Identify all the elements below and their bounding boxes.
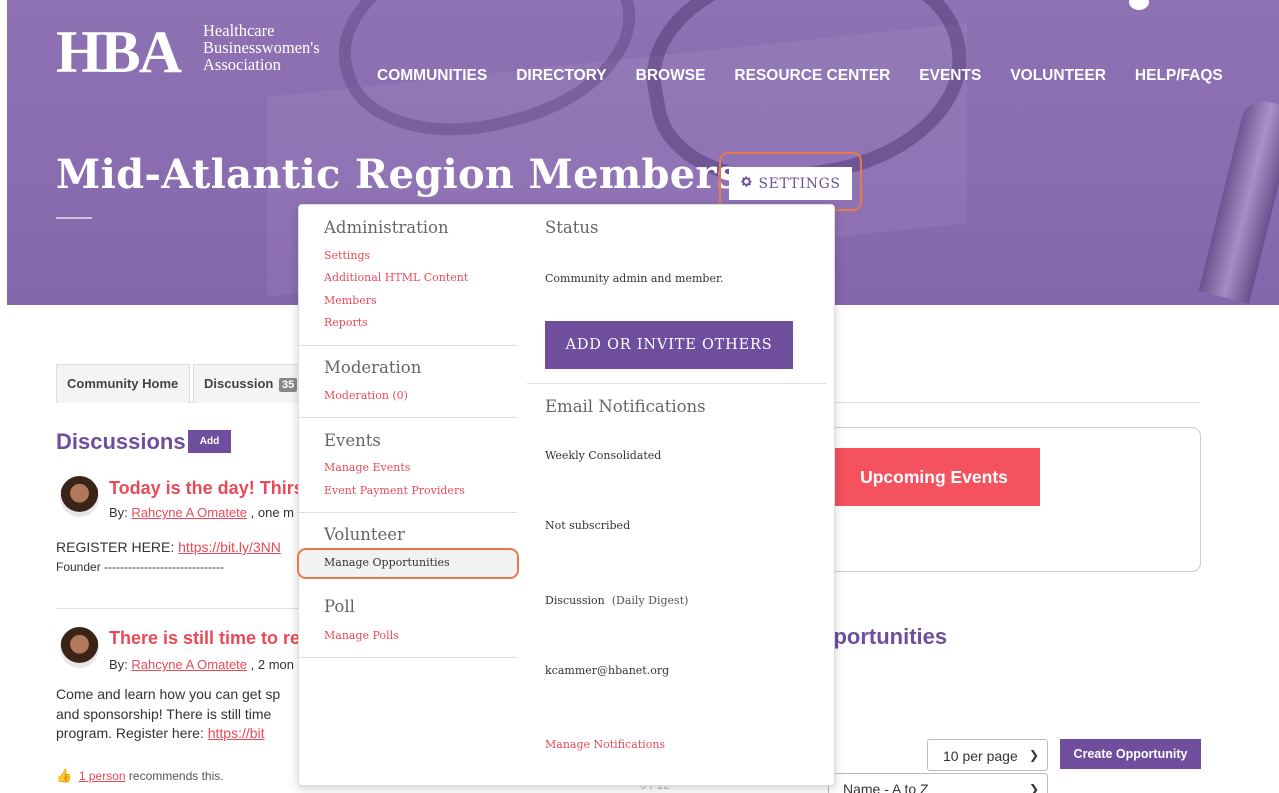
author-link[interactable]: Rahcyne A Omatete bbox=[131, 505, 247, 520]
menu-divider bbox=[299, 512, 517, 513]
post-title[interactable]: Today is the day! Thirs bbox=[109, 478, 304, 499]
post-body-line: program. Register here: https://bit bbox=[56, 724, 280, 744]
discussion-label: Discussion bbox=[545, 594, 605, 607]
menu-item-manage-events[interactable]: Manage Events bbox=[324, 461, 410, 474]
nav-directory[interactable]: DIRECTORY bbox=[516, 67, 606, 85]
add-or-invite-others-button[interactable]: ADD OR INVITE OTHERS bbox=[545, 321, 793, 369]
sort-select[interactable]: Name - A to Z ❯ bbox=[828, 773, 1048, 793]
post-body-line: REGISTER HERE: https://bit.ly/3NN bbox=[56, 538, 281, 558]
post-body: REGISTER HERE: https://bit.ly/3NN Founde… bbox=[56, 538, 281, 577]
post-byline: By: Rahcyne A Omatete , one m bbox=[109, 505, 294, 520]
nav-browse[interactable]: BROWSE bbox=[636, 67, 706, 85]
logo-word: Businesswomen's bbox=[203, 38, 320, 57]
tab-count-badge: 35 bbox=[278, 378, 298, 392]
post-body-line: Founder ------------------------------ bbox=[56, 559, 224, 574]
chevron-down-icon: ❯ bbox=[1028, 748, 1039, 762]
post-byline: By: Rahcyne A Omatete , 2 mon bbox=[109, 657, 294, 672]
menu-item-event-payment-providers[interactable]: Event Payment Providers bbox=[324, 484, 465, 497]
menu-item-settings[interactable]: Settings bbox=[324, 249, 370, 262]
byline-meta: , one m bbox=[247, 505, 294, 520]
moderation-heading: Moderation bbox=[324, 358, 422, 377]
author-link[interactable]: Rahcyne A Omatete bbox=[131, 657, 247, 672]
upcoming-events-button[interactable]: Upcoming Events bbox=[828, 448, 1040, 506]
create-opportunity-button[interactable]: Create Opportunity bbox=[1060, 739, 1201, 769]
events-heading: Events bbox=[324, 431, 381, 450]
post-text: program. Register here: bbox=[56, 725, 208, 741]
post-body-line: and sponsorship! There is still time bbox=[56, 705, 272, 722]
recommend-line: 👍 1 person recommends this. bbox=[56, 768, 224, 784]
recommend-text: recommends this. bbox=[125, 769, 224, 783]
volunteer-opportunities-heading: pportunities bbox=[820, 624, 948, 649]
hba-logo[interactable]: HBA Healthcare Businesswomen's Associati… bbox=[56, 22, 356, 82]
settings-dropdown-menu: Administration Settings Additional HTML … bbox=[298, 204, 835, 786]
post-text: REGISTER HERE: bbox=[56, 539, 179, 555]
title-underline bbox=[56, 217, 92, 219]
per-page-select[interactable]: 10 per page ❯ bbox=[927, 739, 1048, 771]
post-link[interactable]: https://bit bbox=[208, 725, 265, 741]
nav-communities[interactable]: COMMUNITIES bbox=[377, 67, 487, 85]
menu-item-manage-polls[interactable]: Manage Polls bbox=[324, 629, 399, 642]
logo-word: Healthcare bbox=[203, 21, 275, 40]
discussion-frequency: (Daily Digest) bbox=[611, 594, 689, 607]
weekly-subscription-status: Not subscribed bbox=[545, 519, 631, 532]
notification-email: kcammer@hbanet.org bbox=[545, 664, 670, 677]
nav-volunteer[interactable]: VOLUNTEER bbox=[1010, 67, 1106, 85]
post-title[interactable]: There is still time to re bbox=[109, 628, 300, 649]
volunteer-heading: Volunteer bbox=[324, 525, 405, 544]
top-navigation: COMMUNITIES DIRECTORY BROWSE RESOURCE CE… bbox=[377, 67, 1252, 85]
menu-item-additional-html-content[interactable]: Additional HTML Content bbox=[324, 271, 468, 284]
menu-item-moderation[interactable]: Moderation (0) bbox=[324, 389, 408, 402]
background-dot bbox=[1129, 0, 1149, 10]
manage-opportunities-highlight-outline bbox=[297, 548, 519, 579]
settings-highlight-outline bbox=[719, 152, 862, 211]
nav-events[interactable]: EVENTS bbox=[919, 67, 981, 85]
add-discussion-button[interactable]: Add bbox=[188, 430, 231, 453]
email-notifications-heading: Email Notifications bbox=[545, 397, 706, 416]
tab-discussion[interactable]: Discussion 35 bbox=[193, 364, 303, 403]
poll-heading: Poll bbox=[324, 597, 355, 616]
recommenders-link[interactable]: 1 person bbox=[79, 769, 126, 783]
menu-divider bbox=[299, 417, 517, 418]
thumbs-up-icon[interactable]: 👍 bbox=[56, 768, 72, 783]
post-link[interactable]: https://bit.ly/3NN bbox=[178, 539, 281, 555]
administration-heading: Administration bbox=[324, 218, 449, 237]
weekly-consolidated-label: Weekly Consolidated bbox=[545, 449, 662, 462]
logo-mark: HBA bbox=[56, 19, 182, 85]
sort-value: Name - A to Z bbox=[843, 781, 929, 793]
menu-item-reports[interactable]: Reports bbox=[324, 316, 368, 329]
tab-community-home[interactable]: Community Home bbox=[56, 364, 190, 403]
nav-help-faqs[interactable]: HELP/FAQS bbox=[1135, 67, 1223, 85]
menu-divider bbox=[527, 383, 826, 384]
nav-resource-center[interactable]: RESOURCE CENTER bbox=[734, 67, 890, 85]
menu-divider bbox=[299, 345, 517, 346]
avatar[interactable] bbox=[60, 476, 99, 517]
byline-meta: , 2 mon bbox=[247, 657, 294, 672]
background-pen bbox=[1198, 96, 1279, 304]
tab-label: Community Home bbox=[67, 376, 179, 391]
discussions-heading: Discussions bbox=[56, 429, 186, 454]
byline-prefix: By: bbox=[109, 657, 132, 672]
logo-word: Association bbox=[203, 55, 281, 74]
menu-item-members[interactable]: Members bbox=[324, 294, 377, 307]
byline-prefix: By: bbox=[109, 505, 132, 520]
status-text: Community admin and member. bbox=[545, 272, 724, 285]
post-body-line: Come and learn how you can get sp bbox=[56, 686, 281, 702]
page-title: Mid-Atlantic Region Members bbox=[56, 151, 740, 198]
tab-label: Discussion bbox=[204, 376, 274, 391]
chevron-down-icon: ❯ bbox=[1028, 782, 1039, 793]
logo-words: Healthcare Businesswomen's Association bbox=[203, 22, 320, 73]
menu-divider bbox=[299, 657, 517, 658]
manage-notifications-link[interactable]: Manage Notifications bbox=[545, 738, 665, 751]
post-body: Come and learn how you can get sp and sp… bbox=[56, 685, 280, 744]
per-page-value: 10 per page bbox=[943, 748, 1018, 764]
discussion-notification-label: Discussion (Daily Digest) bbox=[545, 594, 688, 607]
status-heading: Status bbox=[545, 218, 599, 237]
avatar[interactable] bbox=[60, 627, 99, 668]
post-divider bbox=[56, 608, 306, 609]
